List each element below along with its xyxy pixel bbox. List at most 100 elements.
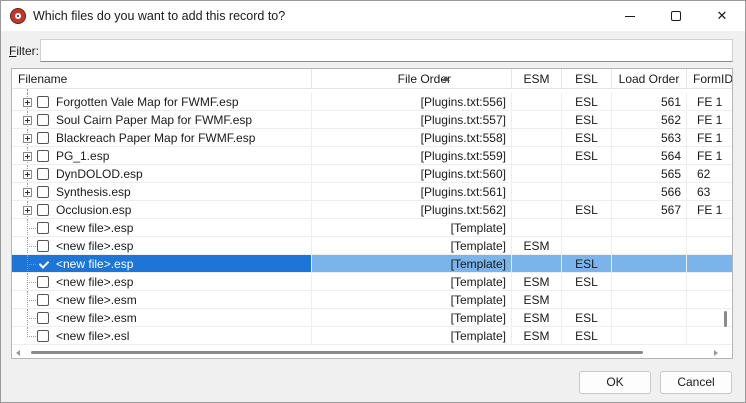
row-checkbox[interactable] (37, 114, 49, 126)
row-checkbox[interactable] (37, 312, 49, 324)
row-checkbox[interactable] (37, 150, 49, 162)
table-row[interactable]: <new file>.esl [Template] ESM ESL (12, 327, 732, 345)
filename-cell[interactable]: Soul Cairn Paper Map for FWMF.esp (12, 111, 312, 129)
table-row[interactable]: <new file>.esm [Template] ESM ESL (12, 309, 732, 327)
ok-button[interactable]: OK (579, 371, 651, 394)
horizontal-scroll-thumb[interactable] (31, 351, 643, 354)
filename-cell[interactable]: <new file>.esp (12, 273, 312, 291)
filename-cell[interactable]: Synthesis.esp (12, 183, 312, 201)
filename-cell[interactable]: <new file>.esp (12, 237, 312, 255)
table-row[interactable]: Forgotten Vale Map for FWMF.esp [Plugins.… (12, 93, 732, 111)
file-tree[interactable]: Filename File Order ESM ESL Load Order F… (11, 68, 733, 359)
close-button[interactable]: ✕ (699, 1, 745, 31)
file-order-cell: [Plugins.txt:559] (312, 147, 512, 165)
table-row[interactable]: Blackreach Paper Map for FWMF.esp [Plugin… (12, 129, 732, 147)
load-order-cell: 566 (612, 183, 687, 201)
table-row[interactable]: <new file>.esp [Template] ESL (12, 255, 732, 273)
load-order-cell: 565 (612, 165, 687, 183)
filename-text: Blackreach Paper Map for FWMF.esp (56, 131, 256, 145)
expand-plus-icon[interactable] (23, 152, 32, 161)
table-row[interactable]: <new file>.esm [Template] ESM (12, 291, 732, 309)
esm-cell (512, 165, 562, 183)
esm-cell (512, 255, 562, 273)
table-row[interactable]: DynDOLOD.esp [Plugins.txt:560] 565 62 (12, 165, 732, 183)
filename-cell[interactable]: Blackreach Paper Map for FWMF.esp (12, 129, 312, 147)
column-header-file-order[interactable]: File Order (312, 69, 512, 89)
row-checkbox[interactable] (37, 132, 49, 144)
table-row[interactable]: Synthesis.esp [Plugins.txt:561] 566 63 (12, 183, 732, 201)
row-checkbox[interactable] (37, 204, 49, 216)
horizontal-scrollbar[interactable] (12, 347, 724, 358)
expand-plus-icon[interactable] (23, 116, 32, 125)
filename-text: <new file>.esm (56, 293, 137, 307)
esm-cell (512, 183, 562, 201)
filename-cell[interactable]: <new file>.esp (12, 255, 312, 273)
table-row[interactable]: Occlusion.esp [Plugins.txt:562] ESL 567 FE 1 (12, 201, 732, 219)
esm-cell (512, 111, 562, 129)
expand-plus-icon[interactable] (23, 98, 32, 107)
tree-connector (27, 336, 36, 337)
filename-cell[interactable]: <new file>.esl (12, 327, 312, 345)
file-order-cell: [Plugins.txt:557] (312, 111, 512, 129)
column-header-esl[interactable]: ESL (562, 69, 612, 89)
row-checkbox[interactable] (37, 240, 49, 252)
file-order-cell: [Template] (312, 291, 512, 309)
filter-input[interactable] (40, 39, 733, 62)
cancel-button[interactable]: Cancel (660, 371, 732, 394)
esm-cell (512, 93, 562, 111)
load-order-cell: 564 (612, 147, 687, 165)
esm-cell: ESM (512, 291, 562, 309)
filename-cell[interactable]: PG_1.esp (12, 147, 312, 165)
tree-connector (27, 228, 36, 229)
minimize-icon (625, 15, 635, 17)
table-row[interactable]: <new file>.esp [Template] ESM (12, 237, 732, 255)
filename-text: Forgotten Vale Map for FWMF.esp (56, 95, 239, 109)
filename-cell[interactable]: <new file>.esm (12, 309, 312, 327)
esl-cell (562, 219, 612, 237)
expand-plus-icon[interactable] (23, 188, 32, 197)
file-order-cell: [Plugins.txt:562] (312, 201, 512, 219)
filename-cell[interactable]: DynDOLOD.esp (12, 165, 312, 183)
row-checkbox[interactable] (37, 294, 49, 306)
esl-cell: ESL (562, 111, 612, 129)
title-bar[interactable]: Which files do you want to add this reco… (1, 1, 745, 31)
row-checkbox[interactable] (37, 222, 49, 234)
tree-rows: Forgotten Vale Map for FWMF.esp [Plugins.… (12, 89, 732, 347)
scroll-left-icon[interactable] (16, 350, 20, 356)
filename-text: Occlusion.esp (56, 203, 132, 217)
filename-cell[interactable]: <new file>.esp (12, 219, 312, 237)
table-row[interactable]: <new file>.esp [Template] (12, 219, 732, 237)
column-header-load-order[interactable]: Load Order (612, 69, 687, 89)
esm-cell: ESM (512, 237, 562, 255)
maximize-button[interactable] (653, 1, 699, 31)
table-row[interactable]: Soul Cairn Paper Map for FWMF.esp [Plugin… (12, 111, 732, 129)
filename-text: <new file>.esp (56, 257, 134, 271)
esm-cell (512, 147, 562, 165)
row-checkbox[interactable] (37, 186, 49, 198)
minimize-button[interactable] (607, 1, 653, 31)
row-checkbox[interactable] (37, 96, 49, 108)
filename-cell[interactable]: Forgotten Vale Map for FWMF.esp (12, 93, 312, 111)
expand-plus-icon[interactable] (23, 206, 32, 215)
filename-cell[interactable]: <new file>.esm (12, 291, 312, 309)
column-header-filename[interactable]: Filename (12, 69, 312, 89)
esl-cell: ESL (562, 309, 612, 327)
table-row[interactable]: PG_1.esp [Plugins.txt:559] ESL 564 FE 1 (12, 147, 732, 165)
expand-plus-icon[interactable] (23, 134, 32, 143)
filename-text: PG_1.esp (56, 149, 110, 163)
row-checkbox[interactable] (37, 168, 49, 180)
row-checkbox[interactable] (37, 276, 49, 288)
filename-text: <new file>.esm (56, 311, 137, 325)
filter-label-rest: ilter: (16, 44, 40, 58)
column-header-esm[interactable]: ESM (512, 69, 562, 89)
vertical-scroll-thumb[interactable] (724, 311, 727, 327)
vertical-scrollbar[interactable] (721, 89, 732, 347)
column-header-form-id[interactable]: FormID (687, 69, 732, 89)
scroll-right-icon[interactable] (714, 350, 718, 356)
expand-plus-icon[interactable] (23, 170, 32, 179)
esl-cell (562, 183, 612, 201)
filename-cell[interactable]: Occlusion.esp (12, 201, 312, 219)
table-row[interactable]: <new file>.esp [Template] ESM ESL (12, 273, 732, 291)
row-checkbox[interactable] (37, 330, 49, 342)
row-checkbox[interactable] (37, 258, 49, 270)
